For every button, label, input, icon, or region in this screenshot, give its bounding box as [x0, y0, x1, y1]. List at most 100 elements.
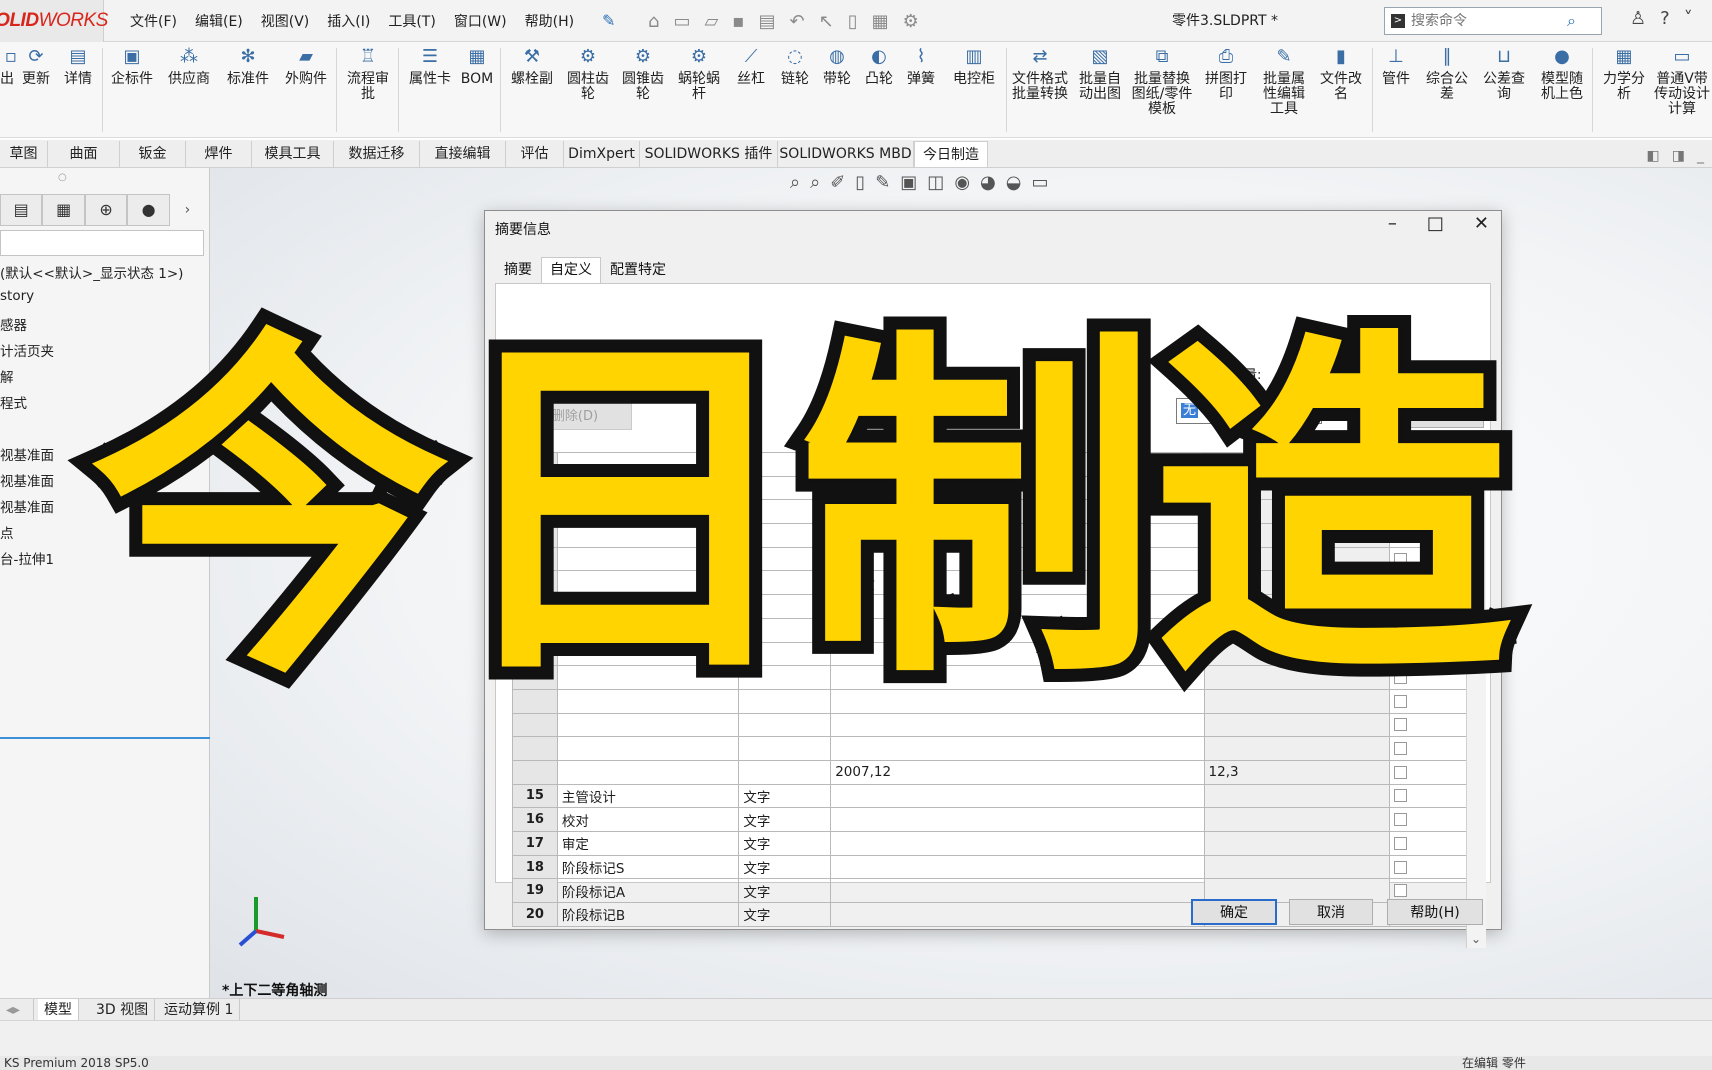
ribbon-btn-bolt-pair[interactable]: ⚒ 螺栓副	[506, 46, 558, 87]
tab-summary[interactable]: 摘要	[495, 257, 541, 283]
property-value-cell[interactable]	[830, 736, 1205, 761]
ribbon-btn-mechanics[interactable]: ▦ 力学分析	[1598, 46, 1650, 102]
ribbon-btn-batch-drawing[interactable]: ▧ 批量自动出图	[1074, 46, 1126, 102]
tree-item-part-config[interactable]: (默认<<默认>_显示状态 1>)	[0, 262, 183, 282]
tree-item-sensors[interactable]: 感器	[0, 314, 27, 334]
tree-splitter-handle[interactable]: ○	[58, 172, 67, 183]
file-properties-icon[interactable]: ▦	[872, 11, 889, 32]
tree-item-front-plane[interactable]: 视基准面	[0, 444, 54, 464]
tab-scroll-arrows-icon[interactable]: ◂▸	[0, 999, 34, 1021]
ribbon-btn-supplier[interactable]: ⁂ 供应商	[164, 46, 214, 87]
property-value-cell[interactable]	[830, 902, 1205, 927]
ribbon-btn-details[interactable]: ▤ 详情	[60, 46, 96, 87]
row-checkbox[interactable]	[1394, 884, 1408, 898]
table-row[interactable]: 16 校对 文字	[512, 807, 1482, 832]
zoom-to-fit-icon[interactable]: ⌕	[790, 172, 800, 193]
property-value-cell[interactable]	[830, 783, 1205, 809]
menu-edit[interactable]: 编辑(E)	[195, 11, 243, 31]
ribbon-btn-tolerance[interactable]: ∥ 综合公差	[1420, 46, 1474, 102]
view-orientation-icon[interactable]: ▣	[900, 172, 917, 193]
table-row[interactable]: 2007,12 12,3	[512, 759, 1482, 785]
tab-data-migration[interactable]: 数据迁移	[334, 141, 420, 167]
tree-item-right-plane[interactable]: 视基准面	[0, 496, 54, 516]
ribbon-btn-property-card[interactable]: ☰ 属性卡	[404, 46, 456, 87]
property-name-cell[interactable]: 阶段标记A	[556, 878, 740, 904]
open-folder-icon[interactable]: ▱	[704, 11, 718, 32]
ribbon-btn-batch-convert[interactable]: ⇄ 文件格式批量转换	[1010, 46, 1070, 102]
property-name-cell[interactable]	[556, 736, 740, 761]
tree-item-origin[interactable]: 点	[0, 522, 14, 542]
previous-view-icon[interactable]: ✐	[830, 172, 845, 193]
property-value-cell[interactable]: 2007,12	[830, 759, 1205, 785]
dynamic-annotation-icon[interactable]: ✎	[875, 172, 890, 193]
ribbon-btn-worm-gear[interactable]: ⚙ 蜗轮蜗杆	[674, 46, 724, 102]
tab-solidworks-addins[interactable]: SOLIDWORKS 插件	[640, 141, 778, 167]
rebuild-icon[interactable]: ▯	[848, 11, 858, 32]
close-icon[interactable]: ✕	[1474, 213, 1489, 234]
property-manager-icon[interactable]: ▦	[42, 194, 85, 226]
display-style-icon[interactable]: ◫	[927, 172, 944, 193]
property-type-cell[interactable]: 文字	[738, 807, 832, 832]
ribbon-btn-batch-template[interactable]: ⧉ 批量替换图纸/零件模板	[1128, 46, 1196, 117]
user-icon[interactable]: ♙	[1630, 8, 1646, 29]
ribbon-btn-bom[interactable]: ▦ BOM	[460, 46, 494, 87]
menu-insert[interactable]: 插入(I)	[327, 11, 370, 31]
ribbon-btn-process-approval[interactable]: ♖ 流程审批	[342, 46, 394, 102]
tab-surface[interactable]: 曲面	[48, 141, 120, 167]
help-button[interactable]: 帮助(H)	[1387, 899, 1483, 925]
ribbon-btn-rename[interactable]: ▮ 文件改名	[1316, 46, 1366, 102]
edit-appearance-icon[interactable]: ◕	[980, 172, 996, 193]
evaluated-value-cell[interactable]	[1203, 783, 1391, 809]
help-question-icon[interactable]: ?	[1660, 8, 1670, 29]
tree-item-top-plane[interactable]: 视基准面	[0, 470, 54, 490]
section-view-icon[interactable]: ▯	[855, 172, 865, 193]
property-name-cell[interactable]: 校对	[556, 807, 740, 832]
ribbon-btn-purchased-part[interactable]: ▰ 外购件	[280, 46, 332, 87]
ribbon-btn-0[interactable]: ▫ 出	[0, 46, 17, 87]
menu-view[interactable]: 视图(V)	[261, 11, 310, 31]
home-icon[interactable]: ⌂	[648, 11, 659, 32]
property-type-cell[interactable]: 文字	[738, 783, 832, 809]
options-gear-icon[interactable]: ⚙	[903, 11, 919, 32]
evaluated-value-cell[interactable]	[1203, 831, 1391, 856]
tab-model[interactable]: 模型	[38, 999, 79, 1021]
print-icon[interactable]: ▤	[759, 11, 776, 32]
tab-3d-views[interactable]: 3D 视图	[90, 999, 156, 1021]
solidworks-logo[interactable]: OLIDWORKS	[0, 0, 108, 42]
minimize-icon[interactable]: –	[1388, 213, 1397, 234]
undo-icon[interactable]: ↶	[790, 11, 805, 32]
row-checkbox[interactable]	[1394, 836, 1408, 850]
feature-tree-icon[interactable]: ▤	[0, 194, 43, 226]
tree-filter-input[interactable]	[0, 230, 204, 256]
tab-motion-study[interactable]: 运动算例 1	[158, 999, 241, 1021]
property-type-cell[interactable]: 文字	[738, 854, 832, 880]
minimize-panel-icon[interactable]: _	[1697, 148, 1704, 164]
hide-show-icon[interactable]: ◉	[954, 172, 970, 193]
ribbon-btn-batch-property[interactable]: ✎ 批量属性编辑工具	[1258, 46, 1310, 117]
property-type-cell[interactable]	[738, 736, 832, 761]
property-name-cell[interactable]: 主管设计	[556, 783, 740, 809]
ok-button[interactable]: 确定	[1191, 899, 1277, 925]
ribbon-btn-sprocket[interactable]: ◌ 链轮	[778, 46, 812, 87]
chevron-down-icon[interactable]: ˅	[1684, 8, 1693, 29]
row-checkbox[interactable]	[1394, 742, 1408, 756]
tree-item-annotations[interactable]: 解	[0, 366, 14, 386]
ribbon-btn-spur-gear[interactable]: ⚙ 圆柱齿轮	[564, 46, 612, 102]
menu-tools[interactable]: 工具(T)	[388, 11, 435, 31]
ribbon-btn-enterprise-std[interactable]: ▣ 企标件	[106, 46, 158, 87]
evaluated-value-cell[interactable]	[1203, 854, 1391, 880]
property-name-cell[interactable]: 阶段标记S	[556, 854, 740, 880]
search-input[interactable]	[1411, 13, 1561, 29]
search-icon[interactable]: ⌕	[1567, 11, 1576, 31]
ribbon-btn-pipe[interactable]: ⊥ 管件	[1378, 46, 1414, 87]
row-checkbox[interactable]	[1394, 860, 1408, 874]
tree-item-equations[interactable]: 程式	[0, 392, 27, 412]
tab-sketch[interactable]: 草图	[0, 141, 48, 167]
property-name-cell[interactable]: 审定	[556, 831, 740, 856]
ribbon-btn-spring[interactable]: ⌇ 弹簧	[904, 46, 938, 87]
ribbon-btn-lead-screw[interactable]: ⟋ 丝杠	[734, 46, 768, 87]
cancel-button[interactable]: 取消	[1289, 899, 1373, 925]
property-type-cell[interactable]: 文字	[738, 831, 832, 856]
property-name-cell[interactable]: 阶段标记B	[556, 902, 740, 927]
new-file-icon[interactable]: ▭	[673, 11, 690, 32]
